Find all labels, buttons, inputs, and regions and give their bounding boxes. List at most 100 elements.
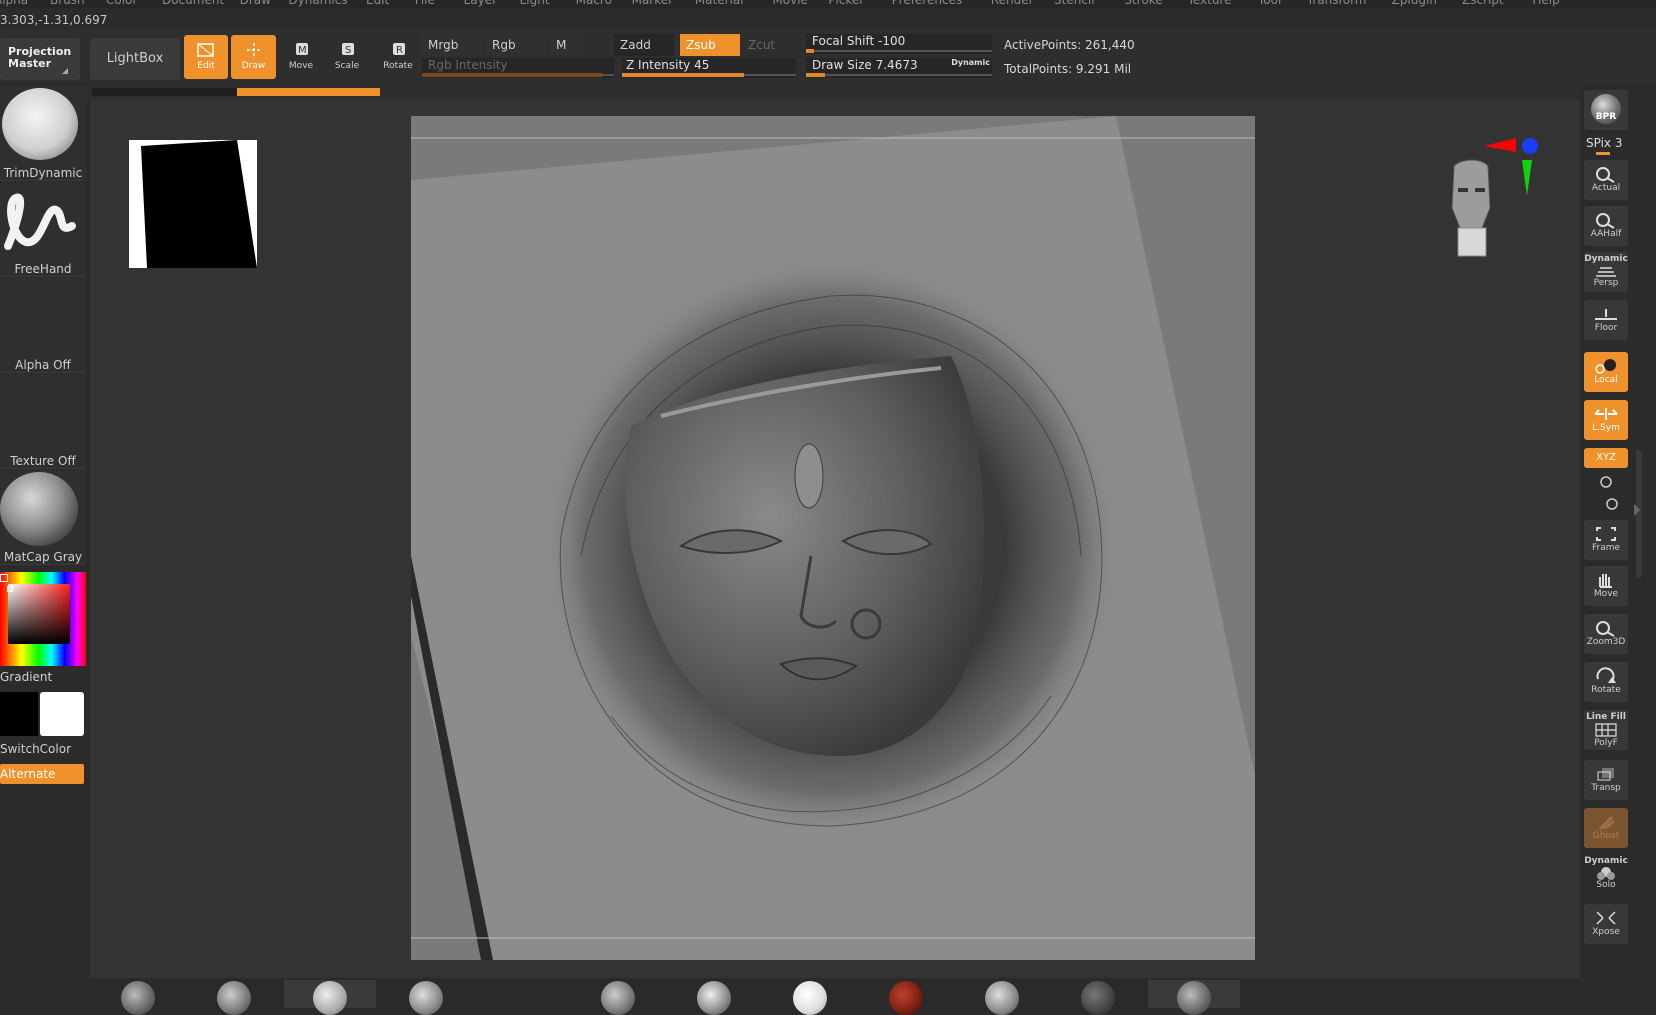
texture-slot[interactable]: Texture Off (0, 374, 86, 469)
m-toggle[interactable]: M (550, 34, 580, 56)
menu-item-render[interactable]: Render (991, 0, 1034, 7)
menu-item-marker[interactable]: Marker (632, 0, 673, 7)
polyf-button[interactable]: Line Fill PolyF (1584, 710, 1628, 750)
mrgb-toggle[interactable]: Mrgb (422, 34, 482, 56)
aahalf-button[interactable]: AAHalf (1584, 206, 1628, 246)
zadd-toggle[interactable]: Zadd (614, 34, 674, 56)
menu-item-edit[interactable]: Edit (366, 0, 389, 7)
gradient-label[interactable]: Gradient (0, 670, 52, 684)
bottom-material-4-icon[interactable] (889, 981, 923, 1015)
z-intensity-slider[interactable]: Z Intensity 45 (622, 58, 796, 78)
brush-slot[interactable]: TrimDynamic (0, 86, 86, 181)
bottom-brush-3-icon[interactable] (313, 981, 347, 1015)
lightbox-button[interactable]: LightBox (90, 38, 180, 80)
color-picker[interactable] (0, 572, 86, 666)
menu-item-light[interactable]: Light (520, 0, 550, 7)
solo-button[interactable]: Dynamic Solo (1584, 854, 1628, 894)
zoom-actual-icon (1596, 167, 1615, 183)
bottom-brush-2-icon[interactable] (217, 981, 251, 1015)
dynamic-toggle[interactable]: Dynamic (951, 58, 990, 67)
focal-shift-slider[interactable]: Focal Shift -100 (806, 34, 992, 54)
menu-item-texture[interactable]: Texture (1188, 0, 1232, 7)
scale-button[interactable]: S Scale (326, 35, 368, 79)
secondary-color-swatch[interactable] (0, 692, 38, 736)
bpr-button[interactable]: BPR (1584, 90, 1628, 130)
solo-label: Solo (1596, 880, 1616, 890)
rotate-view-button[interactable]: Rotate (1584, 662, 1628, 702)
rgb-intensity-slider[interactable]: Rgb Intensity (422, 58, 614, 78)
menu-item-document[interactable]: Document (162, 0, 224, 7)
menu-item-zplugin[interactable]: Zplugin (1392, 0, 1437, 7)
menu-item-preferences[interactable]: Preferences (892, 0, 963, 7)
actual-button[interactable]: Actual (1584, 160, 1628, 200)
lsym-button[interactable]: L.Sym (1584, 400, 1628, 440)
menu-item-zscript[interactable]: Zscript (1462, 0, 1504, 7)
rgb-toggle[interactable]: Rgb (486, 34, 546, 56)
menu-item-brush[interactable]: Brush (50, 0, 85, 7)
sculpt-viewport[interactable] (411, 116, 1255, 960)
persp-button[interactable]: Dynamic Persp (1584, 252, 1628, 292)
menu-item-stencil[interactable]: Stencil (1054, 0, 1095, 7)
menu-item-tool[interactable]: Tool (1258, 0, 1281, 7)
stroke-slot[interactable]: FreeHand (0, 182, 86, 277)
edit-button[interactable]: Edit (184, 35, 228, 79)
draw-size-slider[interactable]: Draw Size 7.4673 Dynamic (806, 58, 992, 78)
menu-item-picker[interactable]: Picker (828, 0, 864, 7)
spix-label: SPix 3 (1586, 136, 1623, 150)
z-intensity-fill (622, 73, 744, 77)
menu-item-dynamics[interactable]: Dynamics (288, 0, 347, 7)
local-button[interactable]: Local (1584, 352, 1628, 392)
frame-button[interactable]: Frame (1584, 520, 1628, 560)
persp-dynamic-label: Dynamic (1584, 254, 1628, 264)
freehand-stroke-icon (4, 193, 76, 250)
svg-text:S: S (345, 45, 351, 56)
menu-item-macro[interactable]: Macro (576, 0, 612, 7)
xpose-button[interactable]: Xpose (1584, 904, 1628, 944)
axis-gizmo-icon[interactable] (1482, 136, 1542, 200)
bottom-material-3-icon[interactable] (793, 981, 827, 1015)
bottom-material-1-icon[interactable] (601, 981, 635, 1015)
menu-item-stroke[interactable]: Stroke (1124, 0, 1162, 7)
menu-item-movie[interactable]: Movie (772, 0, 808, 7)
color-picker-square[interactable] (8, 584, 70, 644)
svg-text:M: M (298, 45, 307, 56)
menu-item-color[interactable]: Color (106, 0, 137, 7)
rotate-button[interactable]: R Rotate (376, 35, 420, 79)
ghost-button[interactable]: Ghost (1584, 808, 1628, 848)
menu-item-material[interactable]: Material (695, 0, 744, 7)
zoom3d-button[interactable]: Zoom3D (1584, 614, 1628, 654)
bottom-brush-1-icon[interactable] (121, 981, 155, 1015)
move-button[interactable]: M Move (280, 35, 322, 79)
bottom-material-7-icon[interactable] (1177, 981, 1211, 1015)
zsub-toggle[interactable]: Zsub (680, 34, 740, 56)
bpr-label: BPR (1595, 112, 1617, 122)
bottom-material-6-icon[interactable] (1081, 981, 1115, 1015)
bottom-material-5-icon[interactable] (985, 981, 1019, 1015)
alternate-button[interactable]: Alternate (0, 764, 84, 784)
rotate-z-icon[interactable] (1602, 496, 1622, 512)
menu-item-transform[interactable]: Transform (1307, 0, 1367, 7)
floor-button[interactable]: Floor (1584, 300, 1628, 340)
menu-item-layer[interactable]: Layer (464, 0, 497, 7)
draw-button[interactable]: Draw (231, 35, 276, 79)
alpha-slot[interactable]: Alpha Off (0, 278, 86, 373)
scale-icon: S (342, 43, 354, 56)
tray-collapse-arrow-icon[interactable] (1634, 504, 1640, 516)
bottom-material-2-icon[interactable] (697, 981, 731, 1015)
bottom-brush-4-icon[interactable] (409, 981, 443, 1015)
zcut-toggle[interactable]: Zcut (742, 34, 782, 56)
menu-item-help[interactable]: Help (1532, 0, 1559, 7)
menu-item-alpha[interactable]: Alpha (0, 0, 28, 7)
xyz-button[interactable]: XYZ (1584, 448, 1628, 468)
rotate-y-icon[interactable] (1596, 474, 1616, 490)
transp-button[interactable]: Transp (1584, 760, 1628, 800)
menu-item-file[interactable]: File (415, 0, 435, 7)
ghost-label: Ghost (1592, 831, 1620, 841)
switchcolor-button[interactable]: SwitchColor (0, 742, 71, 756)
material-slot[interactable]: MatCap Gray (0, 470, 86, 565)
projection-master-button[interactable]: Projection Master (0, 38, 80, 80)
menu-item-draw[interactable]: Draw (240, 0, 271, 7)
spix-slider[interactable]: SPix 3 (1586, 136, 1630, 156)
main-color-swatch[interactable] (40, 692, 84, 736)
move-view-button[interactable]: Move (1584, 566, 1628, 606)
